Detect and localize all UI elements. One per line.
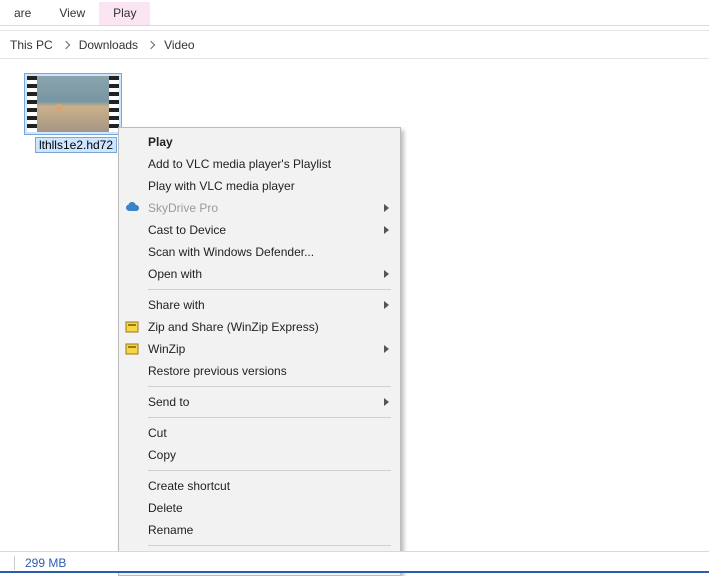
file-name-label[interactable]: lthlls1e2.hd72 — [35, 137, 117, 153]
menu-play-with-vlc[interactable]: Play with VLC media player — [120, 175, 399, 197]
menu-skydrive-pro[interactable]: SkyDrive Pro — [120, 197, 399, 219]
thumbnail-content — [55, 104, 63, 112]
menu-restore-versions[interactable]: Restore previous versions — [120, 360, 399, 382]
menu-separator — [148, 417, 391, 418]
menu-copy[interactable]: Copy — [120, 444, 399, 466]
file-item[interactable]: lthlls1e2.hd72 — [24, 73, 128, 156]
menu-separator — [148, 470, 391, 471]
chevron-right-icon — [147, 40, 155, 48]
menu-rename[interactable]: Rename — [120, 519, 399, 541]
menu-send-to[interactable]: Send to — [120, 391, 399, 413]
ribbon-tabs: are View Play — [0, 0, 709, 26]
chevron-right-icon — [384, 204, 389, 212]
film-sprocket-icon — [27, 76, 37, 132]
menu-scan-defender[interactable]: Scan with Windows Defender... — [120, 241, 399, 263]
menu-separator — [148, 289, 391, 290]
chevron-right-icon — [61, 40, 69, 48]
menu-winzip[interactable]: WinZip — [120, 338, 399, 360]
chevron-right-icon — [384, 301, 389, 309]
status-bar: 299 MB — [0, 551, 709, 573]
menu-cut[interactable]: Cut — [120, 422, 399, 444]
context-menu: Play Add to VLC media player's Playlist … — [118, 127, 401, 576]
chevron-right-icon — [384, 345, 389, 353]
winzip-icon — [125, 319, 141, 335]
chevron-right-icon — [384, 226, 389, 234]
ribbon-tab-share[interactable]: are — [0, 2, 45, 25]
menu-cast-to-device[interactable]: Cast to Device — [120, 219, 399, 241]
cloud-icon — [125, 200, 141, 216]
breadcrumb-item-video[interactable]: Video — [160, 38, 198, 52]
status-size: 299 MB — [25, 556, 66, 570]
menu-add-to-vlc-playlist[interactable]: Add to VLC media player's Playlist — [120, 153, 399, 175]
menu-play[interactable]: Play — [120, 131, 399, 153]
chevron-right-icon — [384, 270, 389, 278]
breadcrumb[interactable]: This PC Downloads Video — [0, 31, 709, 59]
ribbon-tab-view[interactable]: View — [45, 2, 99, 25]
breadcrumb-item-downloads[interactable]: Downloads — [75, 38, 142, 52]
film-sprocket-icon — [109, 76, 119, 132]
chevron-right-icon — [384, 398, 389, 406]
ribbon-tab-play-label: Play — [113, 6, 136, 20]
menu-open-with[interactable]: Open with — [120, 263, 399, 285]
menu-create-shortcut[interactable]: Create shortcut — [120, 475, 399, 497]
breadcrumb-item-thispc[interactable]: This PC — [6, 38, 57, 52]
status-divider — [14, 556, 15, 570]
menu-delete[interactable]: Delete — [120, 497, 399, 519]
file-thumbnail[interactable] — [24, 73, 122, 135]
menu-share-with[interactable]: Share with — [120, 294, 399, 316]
menu-zip-and-share[interactable]: Zip and Share (WinZip Express) — [120, 316, 399, 338]
ribbon-tab-play[interactable]: Play — [99, 2, 150, 25]
menu-separator — [148, 545, 391, 546]
winzip-icon — [125, 341, 141, 357]
menu-separator — [148, 386, 391, 387]
